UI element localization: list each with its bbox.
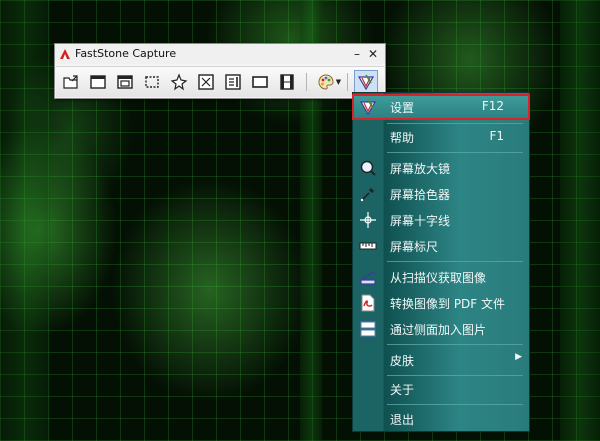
window-titlebar[interactable]: FastStone Capture – ✕: [55, 44, 385, 64]
menu-item-label: 关于: [390, 383, 415, 397]
menu-item-exit[interactable]: 退出: [354, 408, 528, 430]
capture-freehand-button[interactable]: [168, 71, 190, 93]
screen-recorder-icon: [280, 74, 294, 90]
output-destination-button[interactable]: ▼: [314, 71, 344, 93]
menu-item-label: 屏幕标尺: [390, 240, 439, 254]
menu-item-label: 设置: [390, 101, 415, 115]
menu-item-scanner[interactable]: 从扫描仪获取图像: [354, 266, 528, 288]
menu-item-shortcut: F1: [489, 129, 504, 143]
capture-window-object-button[interactable]: [114, 71, 136, 93]
capture-fullscreen-icon: [198, 74, 214, 90]
crosshair-icon: [360, 212, 376, 228]
menu-item-help[interactable]: 帮助 F1: [354, 126, 528, 148]
wallpaper-pillar: [560, 0, 600, 441]
menu-item-label: 屏幕十字线: [390, 214, 451, 228]
capture-window-object-icon: [117, 75, 133, 89]
menu-item-label: 通过侧面加入图片: [390, 323, 487, 337]
menu-item-crosshair[interactable]: 屏幕十字线: [354, 209, 528, 231]
capture-scrolling-button[interactable]: [222, 71, 244, 93]
settings-menu-icon: [357, 74, 375, 91]
menu-item-join-images[interactable]: 通过侧面加入图片: [354, 318, 528, 340]
menu-separator: [387, 344, 523, 345]
menu-item-label: 屏幕拾色器: [390, 188, 451, 202]
menu-separator: [387, 375, 523, 376]
capture-toolbar: ▼: [56, 66, 384, 97]
menu-separator: [387, 123, 523, 124]
capture-active-window-icon: [90, 75, 106, 89]
capture-fixed-region-icon: [252, 76, 268, 88]
capture-freehand-icon: [170, 73, 188, 91]
capture-fixed-region-button[interactable]: [249, 71, 271, 93]
menu-item-label: 退出: [390, 413, 415, 427]
join-images-icon: [360, 321, 376, 337]
pdf-icon: [361, 294, 375, 312]
color-picker-icon: [360, 188, 374, 202]
magnifier-icon: [360, 160, 376, 176]
close-button[interactable]: ✕: [365, 46, 381, 62]
settings-menu-button[interactable]: [354, 70, 378, 94]
menu-item-convert-pdf[interactable]: 转换图像到 PDF 文件: [354, 292, 528, 314]
faststone-capture-window[interactable]: FastStone Capture – ✕ ▼: [54, 43, 386, 99]
capture-rectangle-icon: [145, 76, 159, 88]
scanner-icon: [360, 271, 376, 285]
menu-item-ruler[interactable]: 屏幕标尺: [354, 235, 528, 257]
open-file-button[interactable]: [60, 71, 82, 93]
capture-active-window-button[interactable]: [87, 71, 109, 93]
menu-item-screen-magnifier[interactable]: 屏幕放大镜: [354, 157, 528, 179]
settings-icon: [359, 99, 377, 116]
settings-context-menu: 设置 F12 帮助 F1 屏幕放大镜 屏幕拾色器 屏幕十字线 屏幕标尺 从扫描仪…: [352, 92, 530, 432]
menu-item-label: 帮助: [390, 131, 415, 145]
menu-separator: [387, 404, 523, 405]
submenu-arrow-icon: ▶: [515, 352, 522, 362]
open-file-icon: [63, 75, 78, 89]
menu-item-skin[interactable]: 皮肤 ▶: [354, 349, 528, 371]
capture-rectangle-button[interactable]: [141, 71, 163, 93]
window-title: FastStone Capture: [75, 47, 177, 60]
menu-item-settings[interactable]: 设置 F12: [352, 94, 530, 120]
menu-item-label: 转换图像到 PDF 文件: [390, 297, 506, 311]
toolbar-separator: [347, 73, 348, 91]
menu-item-label: 从扫描仪获取图像: [390, 271, 487, 285]
menu-item-label: 皮肤: [390, 354, 415, 368]
menu-item-shortcut: F12: [481, 99, 504, 113]
menu-item-label: 屏幕放大镜: [390, 162, 451, 176]
minimize-button[interactable]: –: [349, 46, 365, 62]
output-palette-icon: [318, 74, 334, 90]
toolbar-separator: [306, 73, 307, 91]
capture-scrolling-icon: [225, 74, 241, 90]
menu-item-color-picker[interactable]: 屏幕拾色器: [354, 183, 528, 205]
faststone-logo-icon: [60, 49, 70, 59]
menu-item-about[interactable]: 关于: [354, 378, 528, 400]
screen-recorder-button[interactable]: [276, 71, 298, 93]
chevron-down-icon: ▼: [335, 78, 342, 86]
wallpaper-pillar: [0, 0, 50, 441]
capture-fullscreen-button[interactable]: [195, 71, 217, 93]
menu-separator: [387, 152, 523, 153]
menu-separator: [387, 261, 523, 262]
ruler-icon: [359, 242, 377, 250]
